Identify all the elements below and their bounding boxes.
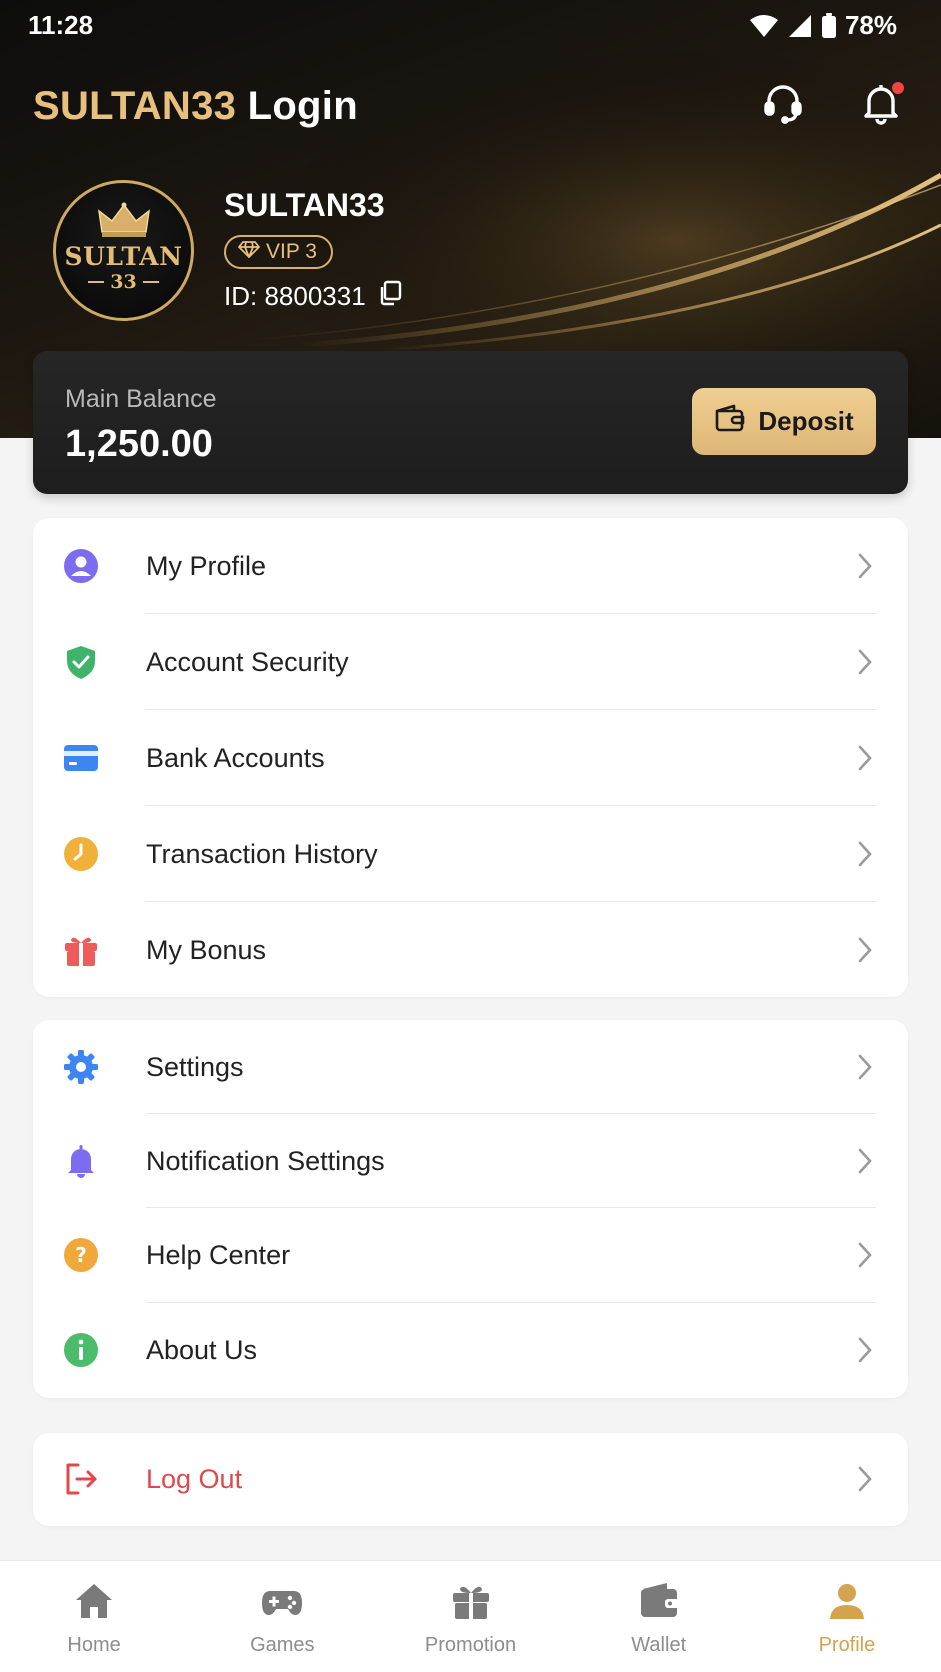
- deposit-label: Deposit: [758, 406, 854, 436]
- menu-item-my-profile[interactable]: My Profile: [33, 518, 908, 614]
- wifi-icon: [749, 14, 779, 38]
- chevron-right-icon: [856, 1053, 874, 1086]
- tab-home[interactable]: Home: [0, 1561, 188, 1672]
- wallet-icon: [714, 404, 746, 439]
- logout-label: Log Out: [146, 1464, 243, 1494]
- tab-label: Wallet: [631, 1634, 687, 1656]
- status-bar: 11:28 78%: [0, 0, 941, 50]
- chevron-right-icon: [856, 1241, 874, 1274]
- balance-label: Main Balance: [65, 385, 217, 413]
- menu-item-label: Settings: [146, 1051, 244, 1082]
- question-icon: ?: [63, 1237, 99, 1273]
- headset-icon: [761, 81, 805, 130]
- chevron-right-icon: [856, 1147, 874, 1180]
- notification-dot: [892, 82, 904, 94]
- user-id-text: ID: 8800331: [224, 281, 366, 311]
- balance-amount: 1,250.00: [65, 423, 213, 465]
- person-icon: [825, 1579, 869, 1628]
- battery-icon: [821, 12, 837, 39]
- page-title: SULTAN33 Login: [33, 84, 358, 129]
- chevron-right-icon: [856, 1465, 874, 1498]
- menu-item-settings[interactable]: Settings: [33, 1020, 908, 1114]
- page-title-suffix: Login: [247, 84, 358, 128]
- user-id: ID: 8800331: [224, 280, 402, 313]
- avatar[interactable]: SULTAN 33: [53, 180, 194, 321]
- chevron-right-icon: [856, 840, 874, 873]
- tab-promotion[interactable]: Promotion: [376, 1561, 564, 1672]
- logout-button[interactable]: Log Out: [33, 1433, 908, 1526]
- username: SULTAN33: [224, 187, 385, 223]
- gift-icon: [449, 1579, 493, 1628]
- copy-icon[interactable]: [378, 280, 402, 313]
- credit-card-icon: [63, 740, 99, 776]
- svg-text:?: ?: [75, 1243, 87, 1267]
- gift-icon: [63, 932, 99, 968]
- tab-label: Promotion: [424, 1634, 517, 1656]
- menu-item-label: Transaction History: [146, 838, 378, 869]
- tab-label: Games: [250, 1634, 315, 1656]
- logout-card: Log Out: [33, 1433, 908, 1526]
- tab-wallet[interactable]: Wallet: [565, 1561, 753, 1672]
- menu-item-transaction-history[interactable]: Transaction History: [33, 806, 908, 902]
- crown-icon: [97, 202, 151, 243]
- chevron-right-icon: [856, 1336, 874, 1369]
- tab-label: Profile: [818, 1634, 876, 1656]
- tab-profile[interactable]: Profile: [753, 1561, 941, 1672]
- deposit-button[interactable]: Deposit: [692, 388, 876, 455]
- menu-item-label: Help Center: [146, 1240, 291, 1270]
- wallet-icon: [637, 1579, 681, 1628]
- menu-item-my-bonus[interactable]: My Bonus: [33, 902, 908, 998]
- info-icon: [63, 1332, 99, 1368]
- balance-card: Main Balance 1,250.00 Deposit: [33, 351, 908, 494]
- shield-check-icon: [63, 644, 99, 680]
- chevron-right-icon: [856, 744, 874, 777]
- tab-label: Home: [67, 1634, 121, 1656]
- menu-item-account-security[interactable]: Account Security: [33, 614, 908, 710]
- account-menu: My Profile Account Security Bank Account…: [33, 518, 908, 997]
- menu-item-label: My Bonus: [146, 934, 267, 965]
- avatar-logo-text: SULTAN: [64, 242, 183, 271]
- vip-level: VIP 3: [266, 240, 317, 263]
- tab-games[interactable]: Games: [188, 1561, 376, 1672]
- avatar-logo-number: 33: [88, 271, 159, 293]
- clock-icon: [63, 836, 99, 872]
- page-title-brand: SULTAN33: [33, 84, 237, 128]
- menu-item-label: Notification Settings: [146, 1145, 385, 1176]
- notifications-button[interactable]: [856, 80, 906, 130]
- bottom-tab-bar: Home Games Promotion Wallet Profile: [0, 1560, 941, 1672]
- menu-item-help-center[interactable]: ? Help Center: [33, 1208, 908, 1303]
- menu-item-label: About Us: [146, 1335, 258, 1365]
- menu-item-label: My Profile: [146, 550, 267, 581]
- menu-item-bank-accounts[interactable]: Bank Accounts: [33, 710, 908, 806]
- settings-menu: Settings Notification Settings ? Help Ce…: [33, 1020, 908, 1398]
- menu-item-notification-settings[interactable]: Notification Settings: [33, 1114, 908, 1208]
- vip-badge: VIP 3: [224, 235, 333, 269]
- gamepad-icon: [260, 1579, 304, 1628]
- bell-icon: [63, 1143, 99, 1179]
- signal-icon: [787, 14, 813, 38]
- home-icon: [72, 1579, 116, 1628]
- status-time: 11:28: [28, 10, 94, 40]
- chevron-right-icon: [856, 936, 874, 969]
- chevron-right-icon: [856, 648, 874, 681]
- support-button[interactable]: [758, 80, 808, 130]
- logout-icon: [63, 1461, 99, 1497]
- chevron-right-icon: [856, 552, 874, 585]
- menu-item-about-us[interactable]: About Us: [33, 1303, 908, 1398]
- gear-icon: [63, 1049, 99, 1085]
- user-icon: [63, 548, 99, 584]
- diamond-icon: [238, 240, 260, 264]
- battery-percent: 78%: [844, 10, 897, 40]
- menu-item-label: Bank Accounts: [146, 742, 325, 773]
- menu-item-label: Account Security: [146, 646, 349, 677]
